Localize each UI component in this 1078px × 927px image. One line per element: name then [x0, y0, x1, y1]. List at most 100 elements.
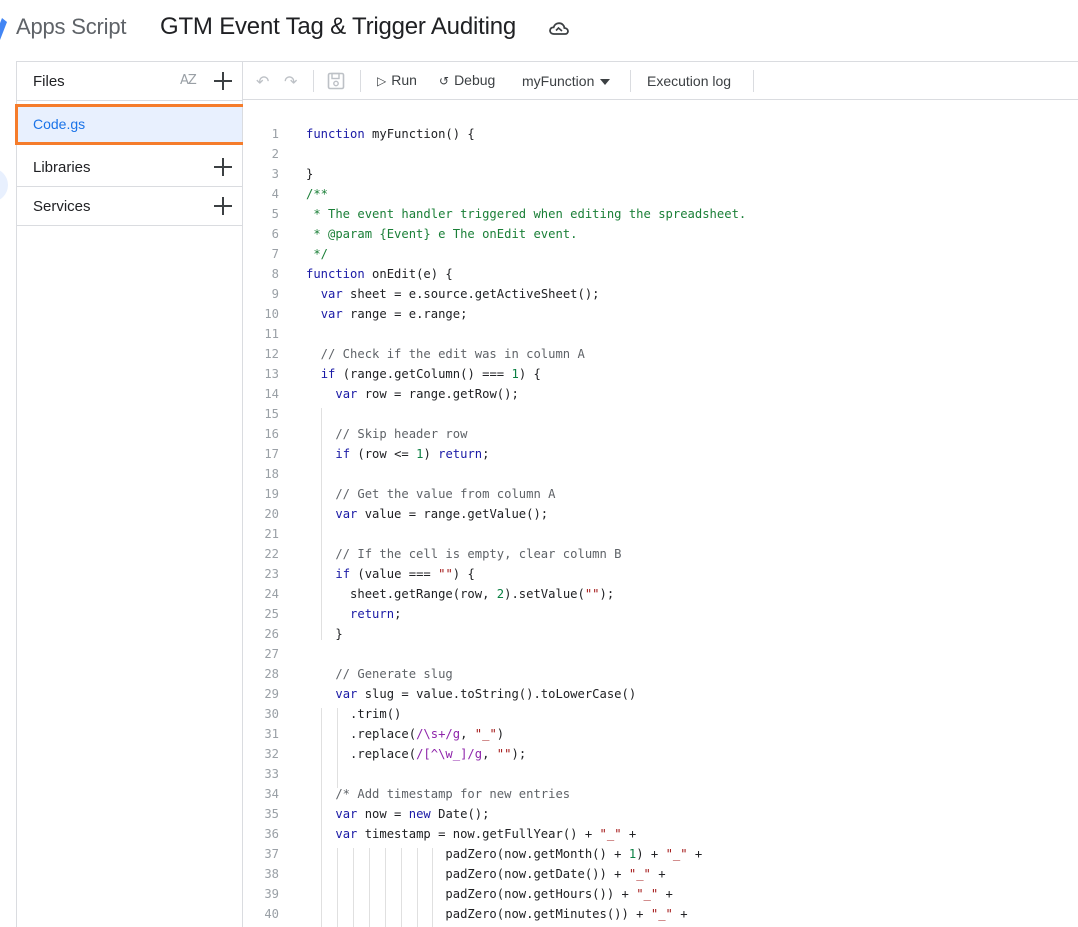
- line-number: 22: [264, 547, 279, 561]
- code-line[interactable]: 38 padZero(now.getDate()) + "_" +: [243, 864, 1078, 884]
- toolbar-divider: [313, 70, 314, 92]
- code-line[interactable]: 26 }: [243, 624, 1078, 644]
- code-text[interactable]: // Get the value from column A: [306, 484, 555, 504]
- code-line[interactable]: 17 if (row <= 1) return;: [243, 444, 1078, 464]
- line-number: 31: [264, 727, 279, 741]
- code-line[interactable]: 33: [243, 764, 1078, 784]
- code-line[interactable]: 39 padZero(now.getHours()) + "_" +: [243, 884, 1078, 904]
- code-text[interactable]: .replace(/\s+/g, "_"): [306, 724, 504, 744]
- save-icon[interactable]: [327, 72, 345, 90]
- code-text[interactable]: var sheet = e.source.getActiveSheet();: [306, 284, 600, 304]
- function-selector[interactable]: myFunction: [522, 73, 611, 89]
- code-line[interactable]: 24 sheet.getRange(row, 2).setValue("");: [243, 584, 1078, 604]
- code-line[interactable]: 1 function myFunction() {: [243, 124, 1078, 144]
- app-name[interactable]: Apps Script: [16, 14, 126, 40]
- code-line[interactable]: 30 .trim(): [243, 704, 1078, 724]
- code-line[interactable]: 18: [243, 464, 1078, 484]
- code-line[interactable]: 15: [243, 404, 1078, 424]
- code-text[interactable]: * @param {Event} e The onEdit event.: [306, 224, 577, 244]
- code-line[interactable]: 37 padZero(now.getMonth() + 1) + "_" +: [243, 844, 1078, 864]
- code-line[interactable]: 36 var timestamp = now.getFullYear() + "…: [243, 824, 1078, 844]
- execution-log-button[interactable]: Execution log: [647, 73, 731, 89]
- code-text[interactable]: var slug = value.toString().toLowerCase(…: [306, 684, 636, 704]
- code-text[interactable]: var range = e.range;: [306, 304, 468, 324]
- rail-active-indicator[interactable]: [0, 168, 8, 202]
- code-text[interactable]: * The event handler triggered when editi…: [306, 204, 746, 224]
- code-line[interactable]: 5 * The event handler triggered when edi…: [243, 204, 1078, 224]
- code-text[interactable]: // Check if the edit was in column A: [306, 344, 585, 364]
- add-file-plus-icon[interactable]: [214, 72, 232, 90]
- code-line[interactable]: 21: [243, 524, 1078, 544]
- code-line[interactable]: 7 */: [243, 244, 1078, 264]
- code-line[interactable]: 40 padZero(now.getMinutes()) + "_" +: [243, 904, 1078, 924]
- line-number: 14: [264, 387, 279, 401]
- code-text[interactable]: }: [306, 624, 342, 644]
- code-text[interactable]: // If the cell is empty, clear column B: [306, 544, 621, 564]
- code-text[interactable]: // Skip header row: [306, 424, 467, 444]
- redo-icon[interactable]: ↷: [284, 72, 297, 91]
- line-number: 38: [264, 867, 279, 881]
- code-text[interactable]: .replace(/[^\w_]/g, "");: [306, 744, 526, 764]
- code-line[interactable]: 16 // Skip header row: [243, 424, 1078, 444]
- code-line[interactable]: 6 * @param {Event} e The onEdit event.: [243, 224, 1078, 244]
- code-line[interactable]: 11: [243, 324, 1078, 344]
- code-text[interactable]: padZero(now.getHours()) + "_" +: [306, 884, 672, 904]
- cloud-saved-icon[interactable]: [549, 20, 569, 38]
- code-line[interactable]: 22 // If the cell is empty, clear column…: [243, 544, 1078, 564]
- code-line[interactable]: 9 var sheet = e.source.getActiveSheet();: [243, 284, 1078, 304]
- code-line[interactable]: 25 return;: [243, 604, 1078, 624]
- line-number: 23: [264, 567, 279, 581]
- code-text[interactable]: sheet.getRange(row, 2).setValue("");: [306, 584, 614, 604]
- code-text[interactable]: var value = range.getValue();: [306, 504, 548, 524]
- code-line[interactable]: 2: [243, 144, 1078, 164]
- code-text[interactable]: /* Add timestamp for new entries: [306, 784, 570, 804]
- code-text[interactable]: .trim(): [306, 704, 401, 724]
- code-line[interactable]: 20 var value = range.getValue();: [243, 504, 1078, 524]
- libraries-label: Libraries: [33, 159, 91, 176]
- code-line[interactable]: 19 // Get the value from column A: [243, 484, 1078, 504]
- apps-script-logo-icon[interactable]: [0, 16, 8, 42]
- code-text[interactable]: var row = range.getRow();: [306, 384, 518, 404]
- add-service-plus-icon[interactable]: [214, 197, 232, 215]
- toolbar-divider: [753, 70, 754, 92]
- debug-button[interactable]: ↺ Debug: [439, 72, 495, 88]
- code-text[interactable]: return;: [306, 604, 401, 624]
- code-line[interactable]: 27: [243, 644, 1078, 664]
- code-line[interactable]: 8 function onEdit(e) {: [243, 264, 1078, 284]
- code-text[interactable]: var timestamp = now.getFullYear() + "_" …: [306, 824, 636, 844]
- code-text[interactable]: if (value === "") {: [306, 564, 474, 584]
- code-text[interactable]: /**: [306, 184, 328, 204]
- code-line[interactable]: 32 .replace(/[^\w_]/g, "");: [243, 744, 1078, 764]
- code-line[interactable]: 29 var slug = value.toString().toLowerCa…: [243, 684, 1078, 704]
- code-line[interactable]: 23 if (value === "") {: [243, 564, 1078, 584]
- add-library-plus-icon[interactable]: [214, 158, 232, 176]
- services-label: Services: [33, 198, 91, 215]
- code-line[interactable]: 13 if (range.getColumn() === 1) {: [243, 364, 1078, 384]
- line-number: 4: [271, 187, 279, 201]
- code-line[interactable]: 10 var range = e.range;: [243, 304, 1078, 324]
- code-text[interactable]: // Generate slug: [306, 664, 452, 684]
- code-line[interactable]: 12 // Check if the edit was in column A: [243, 344, 1078, 364]
- code-line[interactable]: 31 .replace(/\s+/g, "_"): [243, 724, 1078, 744]
- code-line[interactable]: 3}: [243, 164, 1078, 184]
- code-line[interactable]: 34 /* Add timestamp for new entries: [243, 784, 1078, 804]
- code-line[interactable]: 14 var row = range.getRow();: [243, 384, 1078, 404]
- code-text[interactable]: }: [306, 164, 313, 184]
- code-text[interactable]: var now = new Date();: [306, 804, 489, 824]
- code-text[interactable]: padZero(now.getMonth() + 1) + "_" +: [306, 844, 702, 864]
- undo-icon[interactable]: ↶: [256, 72, 269, 91]
- code-text[interactable]: if (row <= 1) return;: [306, 444, 489, 464]
- code-text[interactable]: if (range.getColumn() === 1) {: [306, 364, 541, 384]
- code-line[interactable]: 4 /**: [243, 184, 1078, 204]
- code-text[interactable]: */: [306, 244, 328, 264]
- code-text[interactable]: padZero(now.getMinutes()) + "_" +: [306, 904, 687, 924]
- run-button[interactable]: ▷ Run: [377, 72, 417, 88]
- code-text[interactable]: function onEdit(e) {: [306, 264, 453, 284]
- code-line[interactable]: 35 var now = new Date();: [243, 804, 1078, 824]
- code-editor[interactable]: 1 function myFunction() {2 3} 4/** 5 * The e…: [243, 100, 1078, 927]
- code-line[interactable]: 28 // Generate slug: [243, 664, 1078, 684]
- code-text[interactable]: padZero(now.getDate()) + "_" +: [306, 864, 665, 884]
- code-text[interactable]: function myFunction() {: [306, 124, 475, 144]
- project-title[interactable]: GTM Event Tag & Trigger Auditing: [160, 13, 516, 41]
- sort-az-icon[interactable]: AZ: [180, 73, 200, 91]
